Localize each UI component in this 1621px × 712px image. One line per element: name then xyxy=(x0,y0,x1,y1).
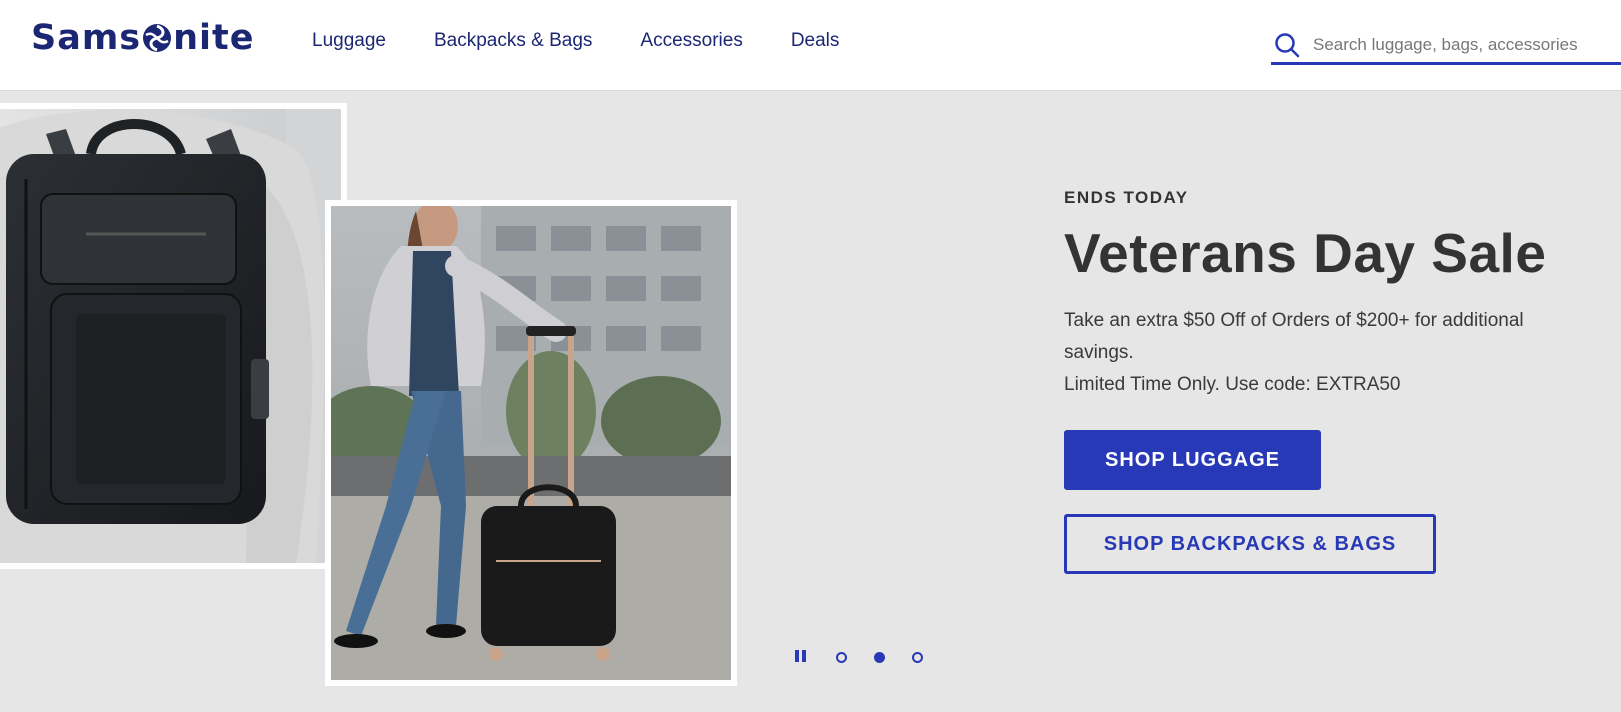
nav-item-backpacks-bags[interactable]: Backpacks & Bags xyxy=(434,30,592,52)
samsonite-logo[interactable]: Sams nite xyxy=(31,18,255,58)
carousel-dot-2[interactable] xyxy=(874,651,885,663)
pause-icon[interactable] xyxy=(795,650,809,664)
nav-item-accessories[interactable]: Accessories xyxy=(640,30,742,52)
traveler-photo xyxy=(325,200,737,686)
shop-backpacks-bags-button[interactable]: SHOP BACKPACKS & BAGS xyxy=(1064,514,1436,574)
hero-body: Take an extra $50 Off of Orders of $200+… xyxy=(1064,305,1584,401)
shop-luggage-button[interactable]: SHOP LUGGAGE xyxy=(1064,430,1321,490)
nav-item-luggage[interactable]: Luggage xyxy=(312,30,386,52)
hero-body-line-1: Take an extra $50 Off of Orders of $200+… xyxy=(1064,310,1524,363)
search-input[interactable] xyxy=(1313,35,1613,55)
traveler-image xyxy=(331,206,731,680)
hero-eyebrow: ENDS TODAY xyxy=(1064,188,1189,207)
carousel-dot-3[interactable] xyxy=(912,651,923,663)
hero-banner: ENDS TODAY Veterans Day Sale Take an ext… xyxy=(0,91,1621,712)
search-bar xyxy=(1271,28,1621,65)
carousel-dot-1[interactable] xyxy=(836,651,847,663)
logo-text-left: Sams xyxy=(31,18,142,58)
site-header: Sams nite Luggage Backpacks & Bags Acces… xyxy=(0,0,1621,91)
backpack-photo xyxy=(0,103,347,569)
search-icon[interactable] xyxy=(1274,32,1300,58)
nav-item-deals[interactable]: Deals xyxy=(791,30,840,52)
samsonite-swirl-icon xyxy=(143,24,172,52)
hero-headline: Veterans Day Sale xyxy=(1064,222,1547,284)
logo-text-right: nite xyxy=(173,18,255,58)
hero-body-line-2: Limited Time Only. Use code: EXTRA50 xyxy=(1064,374,1401,395)
backpack-image xyxy=(0,109,341,563)
main-nav: Luggage Backpacks & Bags Accessories Dea… xyxy=(312,30,887,52)
carousel-controls xyxy=(795,650,923,664)
